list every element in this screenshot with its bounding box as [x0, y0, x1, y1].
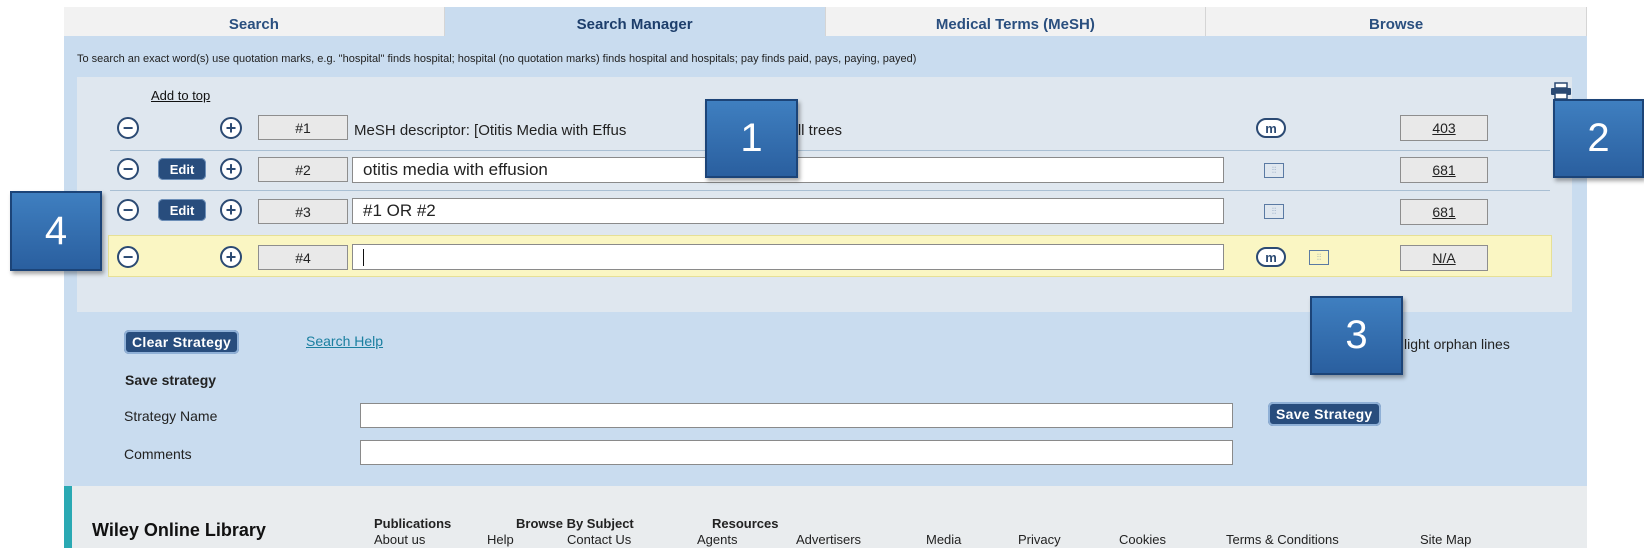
limits-icon[interactable]: ⫶⫶ — [1309, 250, 1329, 265]
row-divider — [110, 150, 1550, 151]
remove-line-button[interactable]: − — [117, 117, 139, 139]
edit-button[interactable]: Edit — [158, 158, 206, 180]
footer-link-about-us[interactable]: About us — [374, 532, 425, 547]
footer-link-terms[interactable]: Terms & Conditions — [1226, 532, 1339, 547]
add-line-button[interactable]: + — [220, 246, 242, 268]
footer-accent-bar — [64, 486, 72, 548]
footer-link-privacy[interactable]: Privacy — [1018, 532, 1061, 547]
text-cursor — [363, 248, 364, 266]
add-line-button[interactable]: + — [220, 199, 242, 221]
line-number: #3 — [258, 199, 348, 224]
comments-label: Comments — [124, 446, 192, 462]
line-number: #2 — [258, 157, 348, 182]
mesh-descriptor-text: MeSH descriptor: [Otitis Media with Effu… — [354, 122, 627, 139]
search-help-link[interactable]: Search Help — [306, 333, 383, 349]
footer-link-agents[interactable]: Agents — [697, 532, 737, 547]
edit-button[interactable]: Edit — [158, 199, 206, 221]
mesh-badge[interactable]: m — [1256, 118, 1286, 138]
footer-link-contact-us[interactable]: Contact Us — [567, 532, 631, 547]
save-strategy-button[interactable]: Save Strategy — [1268, 402, 1381, 426]
wiley-logo[interactable]: Wiley Online Library — [92, 520, 266, 541]
footer-link-site-map[interactable]: Site Map — [1420, 532, 1471, 547]
search-hint: To search an exact word(s) use quotation… — [77, 53, 917, 65]
comments-input[interactable] — [360, 440, 1233, 465]
result-count[interactable]: N/A — [1400, 245, 1488, 271]
save-strategy-heading: Save strategy — [125, 372, 217, 388]
clear-strategy-button[interactable]: Clear Strategy — [124, 330, 240, 354]
limits-icon[interactable]: ⫶⫶ — [1264, 163, 1284, 178]
strategy-name-label: Strategy Name — [124, 408, 218, 424]
footer-link-publications[interactable]: Publications — [374, 516, 451, 531]
printer-icon[interactable] — [1550, 82, 1572, 100]
callout-4: 4 — [10, 191, 102, 271]
footer-link-help[interactable]: Help — [487, 532, 514, 547]
add-line-button[interactable]: + — [220, 117, 242, 139]
limits-icon[interactable]: ⫶⫶ — [1264, 204, 1284, 219]
search-line-input-active[interactable] — [352, 244, 1224, 270]
footer-link-advertisers[interactable]: Advertisers — [796, 532, 861, 547]
footer-link-cookies[interactable]: Cookies — [1119, 532, 1166, 547]
footer-link-browse-by-subject[interactable]: Browse By Subject — [516, 516, 634, 531]
result-count[interactable]: 681 — [1400, 199, 1488, 225]
add-line-button[interactable]: + — [220, 158, 242, 180]
callout-3: 3 — [1310, 296, 1403, 375]
highlight-orphan-lines-label[interactable]: light orphan lines — [1404, 336, 1510, 352]
footer-link-media[interactable]: Media — [926, 532, 961, 547]
search-line-input[interactable]: #1 OR #2 — [352, 198, 1224, 224]
line-number: #4 — [258, 245, 348, 270]
add-to-top-link[interactable]: Add to top — [151, 88, 210, 103]
remove-line-button[interactable]: − — [117, 246, 139, 268]
result-count[interactable]: 403 — [1400, 115, 1488, 141]
result-count[interactable]: 681 — [1400, 157, 1488, 183]
strategy-name-input[interactable] — [360, 403, 1233, 428]
remove-line-button[interactable]: − — [117, 158, 139, 180]
footer-link-resources[interactable]: Resources — [712, 516, 778, 531]
remove-line-button[interactable]: − — [117, 199, 139, 221]
callout-1: 1 — [705, 99, 798, 178]
row-divider — [110, 190, 1550, 191]
line-number: #1 — [258, 115, 348, 140]
callout-2: 2 — [1553, 99, 1644, 178]
mesh-badge[interactable]: m — [1256, 247, 1286, 267]
